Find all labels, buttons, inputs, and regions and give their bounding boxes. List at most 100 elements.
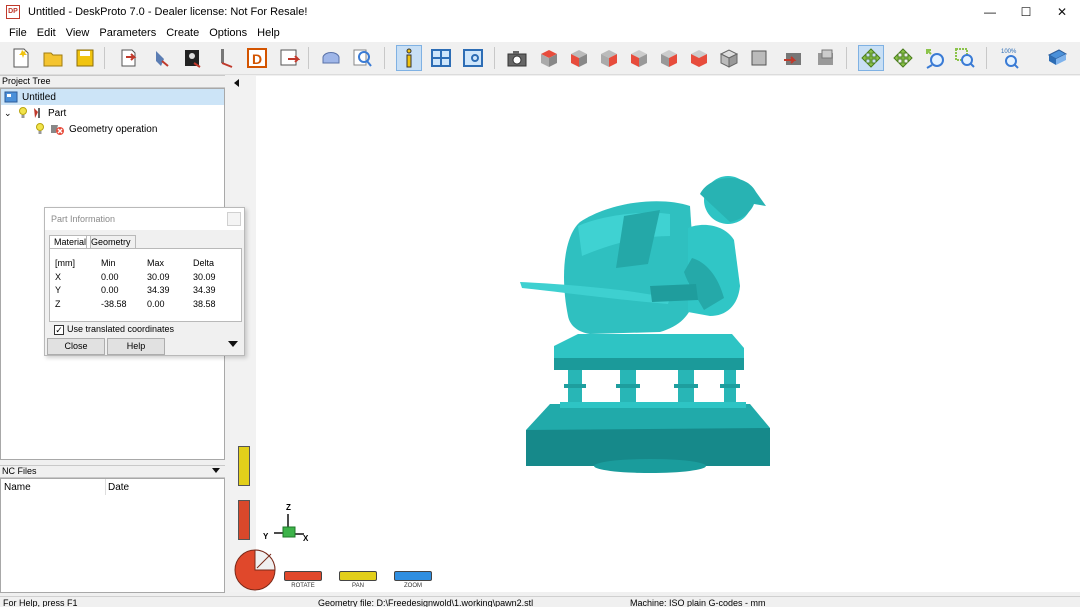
part-information-button[interactable] — [396, 45, 422, 71]
row-min-value: 0.00 — [101, 272, 119, 282]
pan-mode-button[interactable] — [890, 45, 916, 71]
layout-button[interactable] — [428, 45, 454, 71]
lightbulb-icon[interactable] — [35, 123, 45, 135]
collapse-arrow-icon[interactable] — [234, 79, 239, 87]
save-project-button[interactable] — [72, 45, 98, 71]
dropdown-arrow-icon[interactable] — [212, 468, 220, 473]
status-help-text: For Help, press F1 — [3, 598, 78, 607]
camera-icon — [507, 51, 527, 67]
view-bottom-button[interactable] — [686, 45, 712, 71]
menu-edit[interactable]: Edit — [32, 24, 61, 42]
zoom-window-button[interactable] — [952, 45, 978, 71]
pawn-3d-model — [520, 176, 770, 473]
rotate-dial-icon[interactable] — [233, 548, 277, 592]
speed-slider-yellow[interactable] — [238, 446, 250, 486]
previous-view-button[interactable] — [780, 45, 806, 71]
new-project-button[interactable] — [8, 45, 34, 71]
row-axis-label: Z — [55, 299, 61, 309]
view-left-button[interactable] — [656, 45, 682, 71]
drawing-button[interactable]: D — [244, 45, 270, 71]
info-icon — [406, 48, 412, 68]
nc-files-header[interactable]: NC Files — [0, 465, 225, 478]
part-icon — [34, 108, 40, 118]
rotate-mode-button[interactable] — [858, 45, 884, 71]
help-dialog-button[interactable]: Help — [107, 338, 165, 355]
close-dialog-button[interactable]: Close — [47, 338, 105, 355]
tree-item-project[interactable]: Untitled — [1, 89, 224, 105]
max-header: Max — [147, 258, 165, 268]
more-options-arrow-icon[interactable] — [228, 341, 238, 347]
bitmap-wizard-button[interactable] — [180, 45, 206, 71]
tree-item-label: Untitled — [22, 91, 56, 103]
zoom-mode-label: ZOOM — [404, 583, 422, 589]
part-information-dialog: Part Information Material Geometry [mm] … — [44, 207, 245, 356]
cube-bottom-icon — [691, 50, 707, 67]
zoom-mode-swatch[interactable] — [394, 571, 432, 581]
menu-help[interactable]: Help — [252, 24, 285, 42]
cube-iso-icon — [719, 49, 739, 68]
column-divider[interactable] — [105, 479, 106, 495]
preview-button[interactable] — [350, 45, 376, 71]
3d-viewport[interactable]: Z Y X — [230, 76, 1080, 592]
translated-coordinates-checkbox[interactable]: ✓ — [54, 325, 64, 335]
tool-path-button[interactable] — [212, 45, 238, 71]
rotate-mode-swatch[interactable] — [284, 571, 322, 581]
nc-files-list[interactable]: Name Date — [0, 478, 225, 593]
help-book-button[interactable] — [1044, 45, 1070, 71]
view-iso-button[interactable] — [716, 45, 742, 71]
tab-geometry[interactable]: Geometry — [86, 235, 136, 249]
speed-slider-red[interactable] — [238, 500, 250, 540]
open-project-button[interactable] — [40, 45, 66, 71]
minimize-button[interactable]: — — [972, 0, 1008, 24]
pan-mode-swatch[interactable] — [339, 571, 377, 581]
next-view-icon — [818, 49, 833, 65]
dialog-title: Part Information — [45, 208, 244, 230]
simulation-icon — [322, 52, 340, 64]
title-bar: DP Untitled - DeskProto 7.0 - Dealer lic… — [0, 0, 1080, 24]
expand-chevron-icon[interactable]: ⌄ — [4, 108, 16, 119]
zoom-100-button[interactable]: 100% — [998, 45, 1024, 71]
image-view-button[interactable] — [460, 45, 486, 71]
menu-view[interactable]: View — [61, 24, 95, 42]
column-header-name[interactable]: Name — [4, 482, 31, 493]
menu-options[interactable]: Options — [204, 24, 252, 42]
menu-create[interactable]: Create — [161, 24, 204, 42]
min-header: Min — [101, 258, 116, 268]
menu-file[interactable]: File — [4, 24, 32, 42]
delta-header: Delta — [193, 258, 215, 268]
import-geometry-button[interactable] — [116, 45, 142, 71]
close-button[interactable]: ✕ — [1044, 0, 1080, 24]
next-view-button[interactable] — [812, 45, 838, 71]
nc-files-title: NC Files — [2, 466, 37, 476]
project-icon — [4, 91, 18, 103]
column-header-date[interactable]: Date — [108, 482, 129, 493]
cube-back-icon — [631, 50, 647, 67]
view-top-button[interactable] — [536, 45, 562, 71]
app-icon: DP — [6, 5, 20, 19]
toolbar: D 100% — [0, 42, 1080, 75]
part-wizard-button[interactable] — [148, 45, 174, 71]
view-right-button[interactable] — [596, 45, 622, 71]
dialog-close-button[interactable] — [227, 212, 241, 226]
view-iso2-button[interactable] — [746, 45, 772, 71]
export-button[interactable] — [276, 45, 302, 71]
view-back-button[interactable] — [626, 45, 652, 71]
cube-front-icon — [571, 50, 587, 67]
book-icon — [1047, 49, 1068, 65]
lightbulb-icon[interactable] — [18, 107, 28, 119]
camera-view-button[interactable] — [504, 45, 530, 71]
simulation-button[interactable] — [318, 45, 344, 71]
status-machine: Machine: ISO plain G-codes - mm — [630, 598, 766, 607]
menu-parameters[interactable]: Parameters — [94, 24, 161, 42]
window-title: Untitled - DeskProto 7.0 - Dealer licens… — [28, 6, 308, 18]
bitmap-icon — [185, 50, 201, 68]
status-bar: For Help, press F1 Geometry file: D:\Fre… — [0, 596, 1080, 607]
zoom-in-button[interactable] — [922, 45, 948, 71]
maximize-button[interactable]: ☐ — [1008, 0, 1044, 24]
tab-material[interactable]: Material — [49, 235, 92, 249]
tree-item-part[interactable]: ⌄ Part — [4, 105, 66, 121]
import-geometry-icon — [121, 49, 137, 67]
row-max-value: 30.09 — [147, 272, 170, 282]
tree-item-geometry-operation[interactable]: Geometry operation — [35, 121, 157, 137]
view-front-button[interactable] — [566, 45, 592, 71]
